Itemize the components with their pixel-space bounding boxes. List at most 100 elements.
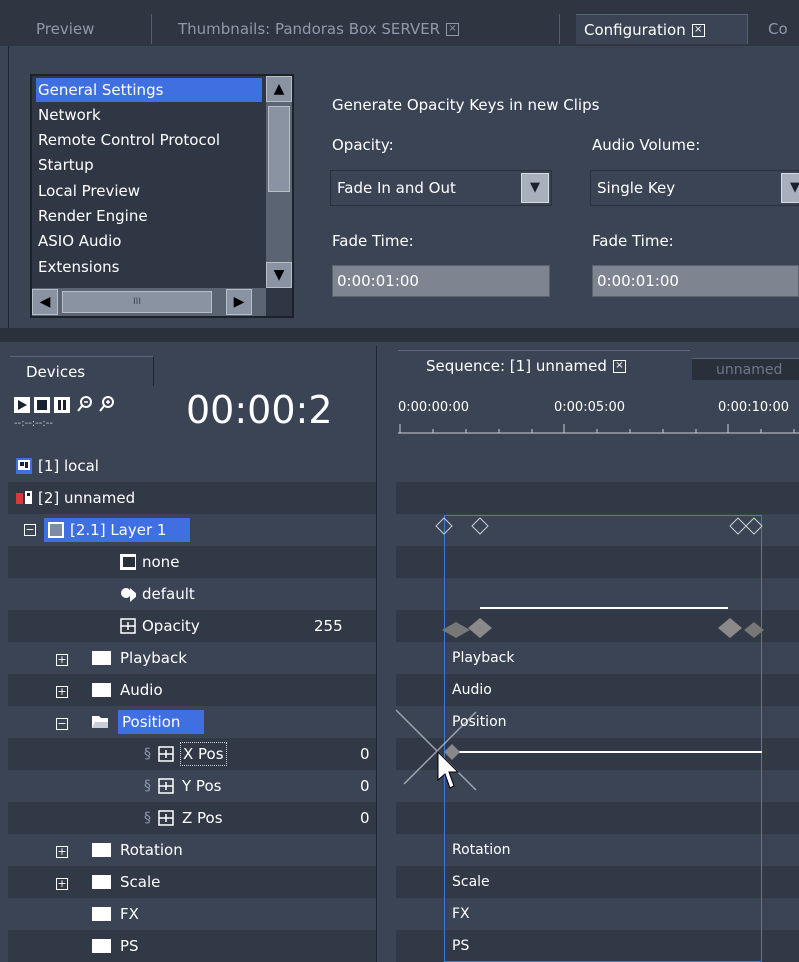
opacity-label: Opacity: xyxy=(332,136,394,154)
close-icon[interactable]: × xyxy=(446,23,460,36)
track-label-audio: Audio xyxy=(452,682,492,698)
zoom-in-icon xyxy=(99,396,114,412)
tree-row-ypos[interactable]: § Y Pos 0 xyxy=(8,770,376,802)
track-label-fx: FX xyxy=(452,906,470,922)
folder-icon xyxy=(92,651,111,665)
tree-row-unnamed[interactable]: [2] unnamed xyxy=(8,482,376,514)
collapse-icon[interactable]: − xyxy=(56,718,68,730)
close-icon[interactable]: × xyxy=(612,360,626,373)
fade-time-label: Fade Time: xyxy=(332,232,414,250)
tree-row-audio[interactable]: + Audio xyxy=(8,674,376,706)
horizontal-scrollbar[interactable]: ◀ III ▶ xyxy=(32,288,266,316)
folder-icon xyxy=(92,939,111,953)
tree-row-layer[interactable]: − [2.1] Layer 1 xyxy=(8,514,376,546)
category-general-settings[interactable]: General Settings xyxy=(36,78,262,102)
parameter-icon xyxy=(158,746,174,762)
tree-row-none[interactable]: none xyxy=(8,546,376,578)
tree-row-ps[interactable]: PS xyxy=(8,930,376,962)
timecode-display: 00:00:2 xyxy=(186,388,333,432)
tree-row-position[interactable]: − Position xyxy=(8,706,376,738)
scroll-left-button[interactable]: ◀ xyxy=(32,289,58,315)
expand-icon[interactable]: + xyxy=(56,654,68,666)
track-label-rotation: Rotation xyxy=(452,842,511,858)
tree-row-rotation[interactable]: + Rotation xyxy=(8,834,376,866)
play-button[interactable] xyxy=(14,397,30,413)
tab-more[interactable]: Co xyxy=(760,14,799,44)
tree-row-scale[interactable]: + Scale xyxy=(8,866,376,898)
vertical-scrollbar[interactable]: ▲ ▼ xyxy=(266,76,292,288)
hscroll-thumb[interactable]: III xyxy=(62,291,212,313)
tab-sequence-2[interactable]: unnamed xyxy=(692,358,799,380)
category-startup[interactable]: Startup xyxy=(38,153,264,177)
pause-button[interactable] xyxy=(54,397,70,413)
folder-icon xyxy=(92,875,111,889)
zoom-out-icon xyxy=(77,396,92,412)
expand-icon[interactable]: + xyxy=(56,686,68,698)
link-icon: § xyxy=(144,778,151,794)
pause-icon xyxy=(58,400,66,410)
stop-button[interactable] xyxy=(34,397,50,413)
tab-thumbnails[interactable]: Thumbnails: Pandoras Box SERVER × xyxy=(170,14,560,44)
tree-row-local[interactable]: [1] local xyxy=(8,450,376,482)
timecode-small: --:--:--:-- xyxy=(14,418,53,429)
zoom-in-button[interactable] xyxy=(98,395,116,413)
opacity-keys-heading: Generate Opacity Keys in new Clips xyxy=(332,96,600,114)
track-label-ps: PS xyxy=(452,938,470,954)
chevron-down-icon[interactable]: ▼ xyxy=(781,173,799,203)
category-remote-control[interactable]: Remote Control Protocol xyxy=(38,128,264,152)
zoom-out-button[interactable] xyxy=(76,395,94,413)
category-network[interactable]: Network xyxy=(38,103,264,127)
scroll-thumb[interactable] xyxy=(268,106,290,192)
tab-configuration[interactable]: Configuration × xyxy=(576,14,748,44)
track-label-position: Position xyxy=(452,714,507,730)
fade-time-label-audio: Fade Time: xyxy=(592,232,674,250)
transport-toolbar xyxy=(14,395,194,417)
expand-icon[interactable]: + xyxy=(56,878,68,890)
tab-sequence[interactable]: Sequence: [1] unnamed × xyxy=(398,350,690,380)
expand-icon[interactable]: + xyxy=(56,846,68,858)
tree-row-xpos[interactable]: § X Pos 0 xyxy=(8,738,376,770)
track-label-scale: Scale xyxy=(452,874,490,890)
collapse-icon[interactable]: − xyxy=(24,524,36,536)
close-icon[interactable]: × xyxy=(691,24,705,37)
server-icon xyxy=(16,491,32,504)
track-label-playback: Playback xyxy=(452,650,515,666)
resize-grip-icon[interactable] xyxy=(266,288,292,316)
timeline-ruler[interactable]: 0:00:00:00 0:00:05:00 0:00:10:00 xyxy=(398,388,799,440)
config-tab-strip: Preview Thumbnails: Pandoras Box SERVER ×… xyxy=(0,0,799,46)
parameter-icon xyxy=(158,810,174,826)
tab-devices[interactable]: Devices xyxy=(10,356,154,386)
folder-icon xyxy=(92,907,111,921)
audio-volume-select[interactable]: Single Key ▼ xyxy=(590,170,799,206)
link-icon: § xyxy=(144,810,151,826)
tree-row-zpos[interactable]: § Z Pos 0 xyxy=(8,802,376,834)
category-local-preview[interactable]: Local Preview xyxy=(38,179,264,203)
tree-row-playback[interactable]: + Playback xyxy=(8,642,376,674)
tree-row-fx[interactable]: FX xyxy=(8,898,376,930)
category-extensions[interactable]: Extensions xyxy=(38,255,264,279)
chevron-down-icon[interactable]: ▼ xyxy=(521,173,549,203)
tab-preview[interactable]: Preview xyxy=(28,14,152,44)
category-render-engine[interactable]: Render Engine xyxy=(38,204,264,228)
opacity-select[interactable]: Fade In and Out ▼ xyxy=(330,170,552,206)
layer-icon xyxy=(48,522,64,538)
category-asio-audio[interactable]: ASIO Audio xyxy=(38,229,264,253)
ruler-ticks xyxy=(398,424,799,434)
scroll-right-button[interactable]: ▶ xyxy=(226,289,252,315)
settings-category-list[interactable]: General Settings Network Remote Control … xyxy=(30,74,294,318)
audio-volume-label: Audio Volume: xyxy=(592,136,701,154)
ruler-label: 0:00:00:00 xyxy=(398,400,470,415)
parameter-icon xyxy=(120,618,136,634)
parameter-icon xyxy=(158,778,174,794)
audio-fade-time-input[interactable]: 0:00:01:00 xyxy=(592,265,799,297)
folder-open-icon xyxy=(92,716,108,728)
effect-icon xyxy=(121,588,136,602)
scroll-down-button[interactable]: ▼ xyxy=(266,262,292,288)
tree-row-default[interactable]: default xyxy=(8,578,376,610)
opacity-fade-time-input[interactable]: 0:00:01:00 xyxy=(332,265,550,297)
ruler-label: 0:00:10:00 xyxy=(718,400,790,415)
tree-row-opacity[interactable]: Opacity 255 xyxy=(8,610,376,642)
scroll-up-button[interactable]: ▲ xyxy=(266,76,292,102)
ruler-label: 0:00:05:00 xyxy=(554,400,626,415)
folder-icon xyxy=(92,683,111,697)
